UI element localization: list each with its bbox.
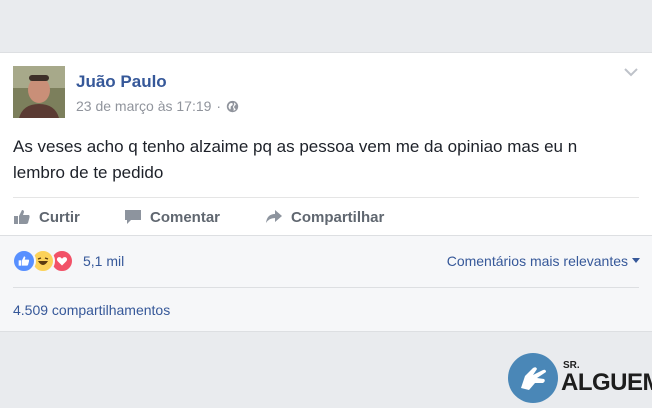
- comment-button[interactable]: Comentar: [124, 206, 220, 228]
- share-button[interactable]: Compartilhar: [265, 206, 384, 228]
- meta-separator: ·: [216, 98, 222, 114]
- author-name[interactable]: Juão Paulo: [76, 72, 167, 92]
- share-arrow-icon: [266, 210, 282, 223]
- like-reaction-icon: [12, 249, 36, 273]
- globe-icon: [226, 100, 239, 112]
- caret-down-icon: [632, 258, 640, 263]
- comment-sort-label: Comentários mais relevantes: [446, 253, 628, 269]
- share-count[interactable]: 4.509 compartilhamentos: [13, 302, 170, 318]
- comment-label: Comentar: [150, 208, 221, 226]
- comment-icon: [125, 210, 141, 224]
- hand-pointer-logo-icon: [508, 353, 558, 403]
- like-button[interactable]: Curtir: [13, 206, 80, 228]
- chevron-down-icon[interactable]: [624, 67, 638, 77]
- share-label: Compartilhar: [291, 208, 385, 226]
- post-text: As veses acho q tenho alzaime pq as pess…: [13, 137, 578, 182]
- divider: [13, 287, 639, 288]
- reactions-summary[interactable]: 5,1 mil: [12, 249, 124, 273]
- post-meta: 23 de março às 17:19 ·: [76, 98, 239, 114]
- avatar[interactable]: [13, 66, 65, 118]
- thumbs-up-icon: [14, 210, 30, 224]
- comment-sort-dropdown[interactable]: Comentários mais relevantes: [447, 253, 640, 269]
- post-timestamp[interactable]: 23 de março às 17:19: [76, 98, 211, 114]
- like-label: Curtir: [39, 208, 80, 226]
- watermark-name: ALGUEM: [561, 369, 652, 396]
- watermark-logo: SR. ALGUEM: [508, 352, 652, 404]
- divider: [13, 197, 639, 198]
- post-card: Juão Paulo 23 de março às 17:19 · As ves…: [0, 52, 652, 332]
- reaction-count[interactable]: 5,1 mil: [83, 253, 124, 269]
- avatar-photo: [13, 66, 65, 118]
